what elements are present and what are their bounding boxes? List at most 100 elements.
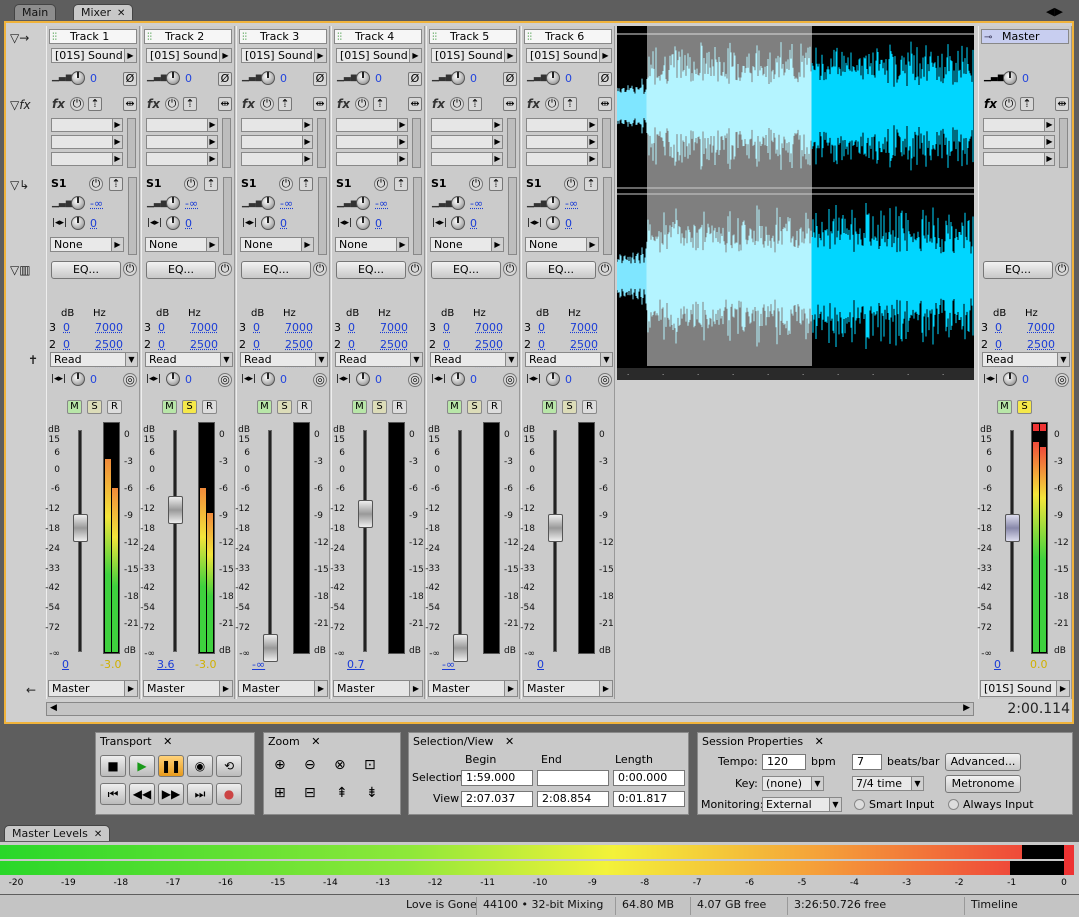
stereo-mode-icon[interactable]: ◎ — [408, 373, 422, 387]
send-volume-value[interactable]: -∞ — [565, 197, 578, 210]
input-select[interactable]: [01S] Sound ▶ — [146, 48, 232, 63]
volume-fader[interactable] — [73, 513, 88, 542]
eq-frequency-value[interactable]: 2500 — [95, 338, 123, 351]
output-select[interactable]: Master ▶ — [428, 680, 518, 697]
eq-power-icon[interactable]: ⏻ — [1055, 262, 1069, 276]
input-pan-knob[interactable] — [546, 71, 560, 85]
effects-scrollbar[interactable] — [127, 118, 136, 168]
fader-track[interactable] — [173, 430, 177, 652]
volume-fader[interactable] — [168, 495, 183, 524]
output-pan-knob[interactable] — [71, 372, 85, 386]
play-button[interactable]: ▶ — [129, 755, 155, 777]
sends-scrollbar[interactable] — [603, 177, 612, 255]
advanced-button[interactable]: Advanced... — [945, 753, 1021, 771]
volume-fader[interactable] — [263, 633, 278, 662]
output-select[interactable]: Master ▶ — [48, 680, 138, 697]
zoom-out-amplitude-icon[interactable]: ⊖ — [304, 757, 316, 773]
go-to-end-button[interactable]: ⏭ — [187, 783, 213, 805]
eq-gain-value[interactable]: 0 — [63, 338, 70, 351]
eq-frequency-value[interactable]: 2500 — [475, 338, 503, 351]
output-select[interactable]: Master ▶ — [143, 680, 233, 697]
output-pan-knob[interactable] — [1003, 372, 1017, 386]
send-prefader-icon[interactable]: ⇡ — [299, 177, 313, 191]
mixer-scrollbar[interactable]: ◀ ▶ — [46, 702, 974, 716]
phase-invert-icon[interactable]: Ø — [598, 72, 612, 86]
send-volume-knob[interactable] — [261, 196, 275, 210]
volume-value[interactable]: 0 — [537, 658, 544, 671]
send-power-icon[interactable]: ⏻ — [374, 177, 388, 191]
play-from-cursor-button[interactable]: ◉ — [187, 755, 213, 777]
tab-mixer[interactable]: Mixer ✕ — [73, 4, 134, 20]
eq-gain-value[interactable]: 0 — [158, 321, 165, 334]
track-name-field[interactable]: ⫶⫶ Track 5 — [429, 29, 517, 44]
selection-end-field[interactable] — [537, 770, 609, 786]
eq-button[interactable]: EQ... — [526, 261, 596, 279]
effect-slot[interactable]: ▶ — [241, 152, 313, 166]
selection-begin-field[interactable]: 1:59.000 — [461, 770, 533, 786]
phase-invert-icon[interactable]: Ø — [123, 72, 137, 86]
stop-button[interactable]: ■ — [100, 755, 126, 777]
send-prefader-icon[interactable]: ⇡ — [204, 177, 218, 191]
send-pan-value[interactable]: 0 — [185, 217, 192, 230]
eq-power-icon[interactable]: ⏻ — [313, 262, 327, 276]
automation-mode-select[interactable]: Read ▼ — [982, 352, 1070, 367]
tempo-field[interactable]: 120 — [762, 754, 806, 770]
eq-gain-value[interactable]: 0 — [538, 338, 545, 351]
effects-scrollbar[interactable] — [222, 118, 231, 168]
eq-gain-value[interactable]: 0 — [538, 321, 545, 334]
effect-slot[interactable]: ▶ — [336, 135, 408, 149]
rewind-button[interactable]: ◀◀ — [129, 783, 155, 805]
sends-scrollbar[interactable] — [223, 177, 232, 255]
input-select[interactable]: [01S] Sound ▶ — [51, 48, 137, 63]
send-destination-select[interactable]: None ▶ — [145, 237, 219, 252]
fx-rack-icon[interactable]: ⇹ — [598, 97, 612, 111]
input-pan-knob[interactable] — [451, 71, 465, 85]
send-volume-value[interactable]: -∞ — [280, 197, 293, 210]
fast-forward-button[interactable]: ▶▶ — [158, 783, 184, 805]
output-pan-knob[interactable] — [261, 372, 275, 386]
volume-value[interactable]: -∞ — [442, 658, 455, 671]
mute-button[interactable]: M — [447, 400, 462, 414]
view-end-field[interactable]: 2:08.854 — [537, 791, 609, 807]
waveform-display[interactable]: ··········· — [617, 26, 974, 380]
input-select[interactable]: [01S] Sound ▶ — [336, 48, 422, 63]
volume-value[interactable]: 0 — [62, 658, 69, 671]
send-pan-knob[interactable] — [546, 216, 560, 230]
send-destination-select[interactable]: None ▶ — [335, 237, 409, 252]
zoom-right-edge-icon[interactable]: ⊟ — [304, 785, 316, 801]
close-icon[interactable]: ✕ — [505, 735, 514, 748]
eq-frequency-value[interactable]: 7000 — [190, 321, 218, 334]
effect-slot[interactable]: ▶ — [526, 135, 598, 149]
sends-row-toggle-icon[interactable]: ▽↳ — [10, 178, 29, 192]
track-name-field[interactable]: ⫶⫶ Track 2 — [144, 29, 232, 44]
volume-value[interactable]: 0.7 — [347, 658, 365, 671]
send-pan-knob[interactable] — [356, 216, 370, 230]
output-pan-value[interactable]: 0 — [470, 373, 477, 386]
output-pan-knob[interactable] — [451, 372, 465, 386]
send-pan-value[interactable]: 0 — [470, 217, 477, 230]
effect-slot[interactable]: ▶ — [146, 135, 218, 149]
eq-gain-value[interactable]: 0 — [443, 338, 450, 351]
eq-row-toggle-icon[interactable]: ▽▥ — [10, 263, 31, 277]
eq-frequency-value[interactable]: 7000 — [95, 321, 123, 334]
eq-gain-value[interactable]: 0 — [348, 321, 355, 334]
volume-fader[interactable] — [453, 633, 468, 662]
fx-power-icon[interactable]: ⏻ — [260, 97, 274, 111]
phase-invert-icon[interactable]: Ø — [218, 72, 232, 86]
phase-invert-icon[interactable]: Ø — [503, 72, 517, 86]
send-pan-knob[interactable] — [71, 216, 85, 230]
track-name-field[interactable]: ⫶⫶ Track 4 — [334, 29, 422, 44]
output-pan-value[interactable]: 0 — [280, 373, 287, 386]
fx-prefader-icon[interactable]: ⇡ — [468, 97, 482, 111]
send-destination-select[interactable]: None ▶ — [430, 237, 504, 252]
send-volume-value[interactable]: -∞ — [375, 197, 388, 210]
stereo-mode-icon[interactable]: ◎ — [123, 373, 137, 387]
effect-slot[interactable]: ▶ — [983, 152, 1055, 166]
sends-scrollbar[interactable] — [413, 177, 422, 255]
eq-gain-value[interactable]: 0 — [443, 321, 450, 334]
eq-frequency-value[interactable]: 2500 — [285, 338, 313, 351]
send-power-icon[interactable]: ⏻ — [469, 177, 483, 191]
mute-button[interactable]: M — [997, 400, 1012, 414]
input-select[interactable]: [01S] Sound ▶ — [526, 48, 612, 63]
output-pan-value[interactable]: 0 — [565, 373, 572, 386]
